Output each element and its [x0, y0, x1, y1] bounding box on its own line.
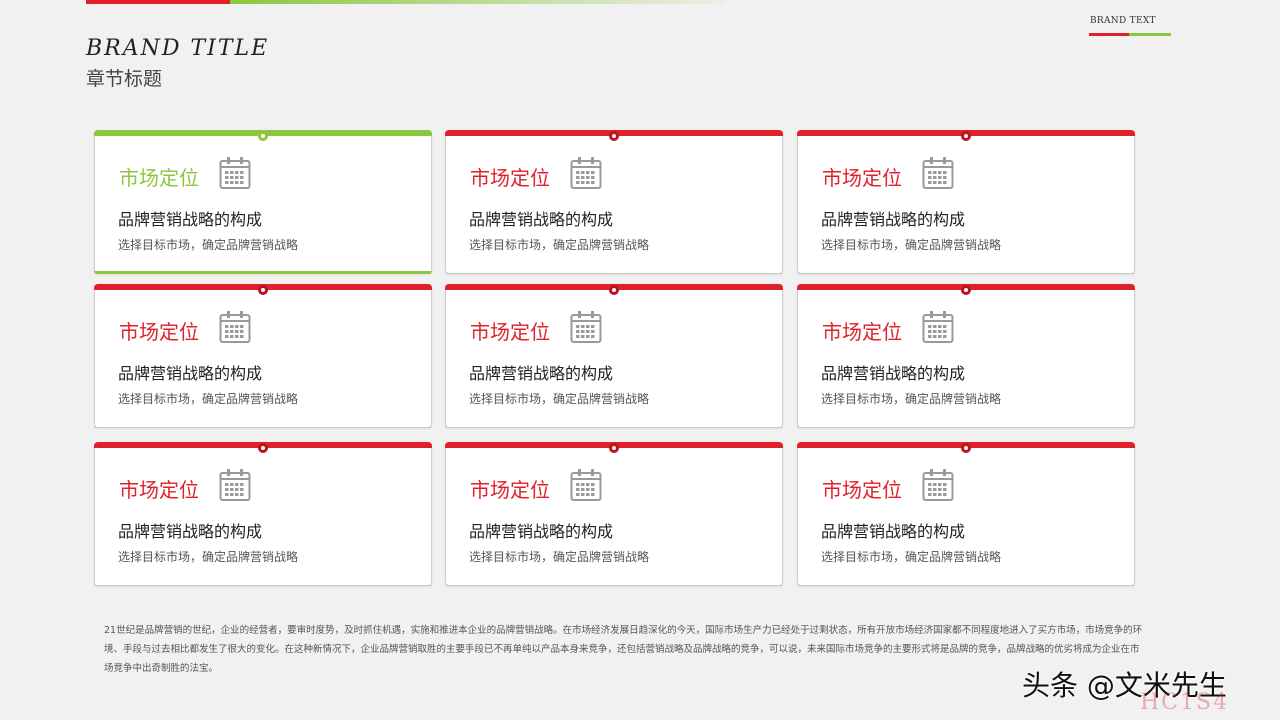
card-heading: 品牌营销战略的构成 — [821, 210, 966, 229]
card-dot-marker — [609, 443, 619, 453]
brand-text-underline — [1089, 33, 1171, 36]
calendar-icon — [570, 156, 602, 190]
card-title: 市场定位 — [470, 166, 550, 190]
info-card: 市场定位品牌营销战略的构成选择目标市场，确定品牌营销战略 — [797, 442, 1135, 586]
card-title: 市场定位 — [822, 478, 902, 502]
card-title: 市场定位 — [119, 166, 199, 190]
card-bottom-bar — [797, 273, 1135, 274]
card-bottom-bar — [797, 585, 1135, 586]
calendar-icon — [219, 468, 251, 502]
card-dot-marker — [258, 131, 268, 141]
card-dot-marker — [961, 285, 971, 295]
card-title: 市场定位 — [822, 320, 902, 344]
card-description: 选择目标市场，确定品牌营销战略 — [469, 392, 650, 406]
card-heading: 品牌营销战略的构成 — [118, 364, 263, 383]
card-dot-marker — [609, 285, 619, 295]
info-card: 市场定位品牌营销战略的构成选择目标市场，确定品牌营销战略 — [445, 130, 783, 274]
top-accent-bar — [86, 0, 726, 4]
card-description: 选择目标市场，确定品牌营销战略 — [821, 238, 1002, 252]
calendar-icon — [570, 468, 602, 502]
brand-underline-green — [1129, 33, 1171, 36]
card-heading: 品牌营销战略的构成 — [469, 522, 614, 541]
info-card: 市场定位品牌营销战略的构成选择目标市场，确定品牌营销战略 — [94, 130, 432, 274]
card-bottom-bar — [445, 427, 783, 428]
card-description: 选择目标市场，确定品牌营销战略 — [821, 392, 1002, 406]
info-card: 市场定位品牌营销战略的构成选择目标市场，确定品牌营销战略 — [445, 442, 783, 586]
card-title: 市场定位 — [470, 320, 550, 344]
card-description: 选择目标市场，确定品牌营销战略 — [821, 550, 1002, 564]
info-card: 市场定位品牌营销战略的构成选择目标市场，确定品牌营销战略 — [94, 442, 432, 586]
card-dot-marker — [258, 443, 268, 453]
card-bottom-bar — [94, 427, 432, 428]
info-card: 市场定位品牌营销战略的构成选择目标市场，确定品牌营销战略 — [94, 284, 432, 428]
card-dot-marker — [961, 443, 971, 453]
watermark-sub: HC1S4 — [1140, 690, 1230, 715]
card-heading: 品牌营销战略的构成 — [469, 210, 614, 229]
card-title: 市场定位 — [119, 320, 199, 344]
calendar-icon — [219, 156, 251, 190]
card-bottom-bar — [94, 585, 432, 586]
card-heading: 品牌营销战略的构成 — [821, 522, 966, 541]
card-description: 选择目标市场，确定品牌营销战略 — [118, 392, 299, 406]
info-card: 市场定位品牌营销战略的构成选择目标市场，确定品牌营销战略 — [797, 130, 1135, 274]
card-title: 市场定位 — [470, 478, 550, 502]
card-dot-marker — [609, 131, 619, 141]
card-dot-marker — [258, 285, 268, 295]
card-bottom-bar — [445, 273, 783, 274]
card-description: 选择目标市场，确定品牌营销战略 — [469, 550, 650, 564]
brand-underline-red — [1089, 33, 1129, 36]
card-heading: 品牌营销战略的构成 — [469, 364, 614, 383]
info-card: 市场定位品牌营销战略的构成选择目标市场，确定品牌营销战略 — [797, 284, 1135, 428]
top-accent-green — [230, 0, 726, 4]
card-heading: 品牌营销战略的构成 — [821, 364, 966, 383]
top-accent-red — [86, 0, 230, 4]
card-heading: 品牌营销战略的构成 — [118, 522, 263, 541]
footer-paragraph: 21世纪是品牌营销的世纪，企业的经营者，要审时度势，及时抓住机遇，实施和推进本企… — [104, 625, 1143, 674]
calendar-icon — [922, 468, 954, 502]
card-description: 选择目标市场，确定品牌营销战略 — [118, 238, 299, 252]
card-heading: 品牌营销战略的构成 — [118, 210, 263, 229]
calendar-icon — [922, 156, 954, 190]
calendar-icon — [219, 310, 251, 344]
card-bottom-bar — [797, 427, 1135, 428]
card-bottom-bar — [445, 585, 783, 586]
calendar-icon — [570, 310, 602, 344]
card-bottom-bar — [94, 271, 432, 274]
card-dot-marker — [961, 131, 971, 141]
brand-title: BRAND TITLE — [86, 36, 270, 61]
card-description: 选择目标市场，确定品牌营销战略 — [469, 238, 650, 252]
brand-text: BRAND TEXT — [1090, 16, 1156, 26]
card-title: 市场定位 — [822, 166, 902, 190]
section-title: 章节标题 — [86, 68, 163, 90]
info-card: 市场定位品牌营销战略的构成选择目标市场，确定品牌营销战略 — [445, 284, 783, 428]
card-title: 市场定位 — [119, 478, 199, 502]
card-description: 选择目标市场，确定品牌营销战略 — [118, 550, 299, 564]
calendar-icon — [922, 310, 954, 344]
